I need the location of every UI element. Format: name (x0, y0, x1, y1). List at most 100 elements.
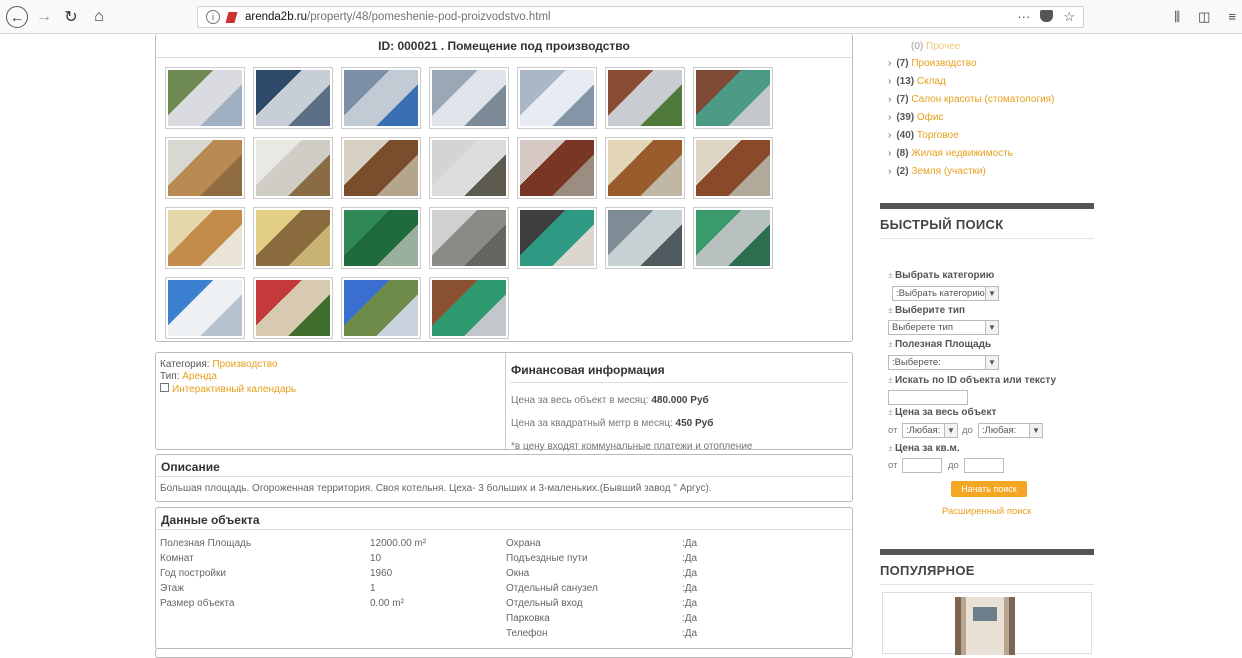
search-button[interactable]: Начать поиск (951, 481, 1027, 497)
gallery-thumbnail[interactable] (341, 207, 421, 269)
gallery-thumbnail[interactable] (253, 277, 333, 339)
gallery-thumbnail[interactable] (165, 137, 245, 199)
category-link[interactable]: Земля (участки) (911, 166, 985, 177)
thumbnail-image (432, 140, 506, 196)
info-icon[interactable]: i (206, 10, 220, 24)
category-select[interactable]: :Выбрать категорию ▼ (892, 286, 999, 301)
back-icon[interactable]: ← (6, 6, 28, 28)
category-item[interactable]: › (40) Торговое (888, 130, 959, 141)
advanced-search-link[interactable]: Расширенный поиск (942, 506, 1031, 517)
gallery-thumbnail[interactable] (253, 137, 333, 199)
gallery-thumbnail[interactable] (517, 67, 597, 129)
gallery-thumbnail[interactable] (693, 67, 773, 129)
gallery-thumbnail[interactable] (253, 67, 333, 129)
category-item[interactable]: › (13) Склад (888, 76, 946, 87)
gallery-thumbnail[interactable] (429, 277, 509, 339)
type-select-value: Выберете тип (892, 322, 954, 333)
area-select[interactable]: :Выберете: ▼ (888, 355, 999, 370)
gallery-thumbnail[interactable] (165, 277, 245, 339)
gallery-thumbnail[interactable] (165, 207, 245, 269)
gallery-thumbnail[interactable] (517, 207, 597, 269)
popular-property-image[interactable] (882, 592, 1092, 655)
object-data-value: :Да (682, 583, 698, 594)
category-item[interactable]: (0) Прочее (906, 41, 960, 52)
category-item[interactable]: › (7) Салон красоты (стоматология) (888, 94, 1054, 105)
thumbnail-image (168, 280, 242, 336)
forward-icon[interactable]: → (36, 7, 52, 27)
gallery-thumbnail[interactable] (605, 207, 685, 269)
thumbnail-image (256, 140, 330, 196)
type-link[interactable]: Аренда (182, 371, 217, 382)
category-link[interactable]: Склад (917, 76, 946, 87)
url-text[interactable]: arenda2b.ru/property/48/pomeshenie-pod-p… (245, 11, 551, 23)
gallery-thumbnail[interactable] (517, 137, 597, 199)
calendar-icon (160, 383, 169, 392)
category-item[interactable]: › (8) Жилая недвижимость (888, 148, 1013, 159)
chevron-down-icon: ▼ (985, 356, 998, 369)
gallery-thumbnail[interactable] (341, 277, 421, 339)
category-count: (0) (911, 41, 926, 52)
category-item[interactable]: › (39) Офис (888, 112, 944, 123)
library-icon[interactable]: ⫼ (1174, 9, 1180, 25)
category-count: (2) (896, 166, 912, 177)
gallery-thumbnail[interactable] (341, 137, 421, 199)
reload-icon[interactable]: ↻ (62, 7, 80, 27)
gallery-thumbnail[interactable] (605, 67, 685, 129)
type-select[interactable]: Выберете тип ▼ (888, 320, 999, 335)
category-link[interactable]: Торговое (917, 130, 959, 141)
gallery-thumbnail[interactable] (429, 207, 509, 269)
insecure-lock-icon[interactable] (225, 11, 239, 24)
category-item[interactable]: › (7) Производство (888, 58, 977, 69)
type-filter-label: Выберите тип (888, 305, 965, 316)
description-text: Большая площадь. Огороженная территория.… (160, 483, 712, 494)
gallery-thumbnail[interactable] (693, 207, 773, 269)
gallery-thumbnail[interactable] (429, 67, 509, 129)
calendar-link[interactable]: Интерактивный календарь (172, 384, 296, 395)
thumbnail-image (696, 70, 770, 126)
chevron-down-icon: ▼ (944, 424, 957, 437)
category-link[interactable]: Салон красоты (стоматология) (911, 94, 1054, 105)
thumbnail-image (256, 70, 330, 126)
object-data-value: :Да (682, 568, 698, 579)
gallery-thumbnail[interactable] (605, 137, 685, 199)
category-link[interactable]: Жилая недвижимость (911, 148, 1013, 159)
text-search-input[interactable] (888, 390, 968, 405)
to-label: до (962, 425, 973, 436)
category-count: (7) (896, 94, 912, 105)
category-label: Категория: (160, 359, 210, 370)
category-link[interactable]: Прочее (926, 41, 960, 52)
category-link[interactable]: Офис (917, 112, 944, 123)
gallery-thumbnail[interactable] (165, 67, 245, 129)
address-bar[interactable]: i arenda2b.ru/property/48/pomeshenie-pod… (197, 6, 1084, 28)
thumbnail-image (520, 210, 594, 266)
category-link[interactable]: Производство (212, 359, 277, 370)
page-actions-icon[interactable]: ··· (1017, 9, 1030, 25)
category-link[interactable]: Производство (911, 58, 976, 69)
gallery-thumbnail[interactable] (253, 207, 333, 269)
object-data-label: Окна (506, 568, 530, 579)
url-path: /property/48/pomeshenie-pod-proizvodstvo… (307, 11, 551, 23)
gallery-thumbnail[interactable] (429, 137, 509, 199)
property-title: ID: 000021 . Помещение под производство (156, 34, 852, 58)
sidebar-icon[interactable]: ◫ (1198, 9, 1210, 25)
home-icon[interactable]: ⌂ (90, 7, 108, 27)
category-item[interactable]: › (2) Земля (участки) (888, 166, 986, 177)
thumbnail-image (432, 210, 506, 266)
gallery-thumbnail[interactable] (693, 137, 773, 199)
sqm-to-input[interactable] (964, 458, 1004, 473)
price-to-select[interactable]: :Любая: ▼ (978, 423, 1043, 438)
menu-icon[interactable]: ≡ (1228, 9, 1236, 25)
object-data-title: Данные объекта (156, 508, 852, 530)
gallery-thumbnail[interactable] (341, 67, 421, 129)
price-from-select[interactable]: :Любая: ▼ (902, 423, 958, 438)
bookmark-star-icon[interactable]: ☆ (1063, 9, 1075, 25)
bullet-icon: › (888, 130, 892, 141)
pocket-icon[interactable] (1040, 10, 1054, 22)
thumbnail-image (608, 140, 682, 196)
object-data-value: 12000.00 m² (370, 538, 427, 549)
next-panel (155, 648, 853, 658)
price-total-value: 480.000 Руб (651, 395, 709, 406)
object-data-panel: Данные объекта Полезная Площадь 12000.00 … (155, 507, 853, 649)
url-host: arenda2b.ru (245, 11, 308, 23)
sqm-from-input[interactable] (902, 458, 942, 473)
